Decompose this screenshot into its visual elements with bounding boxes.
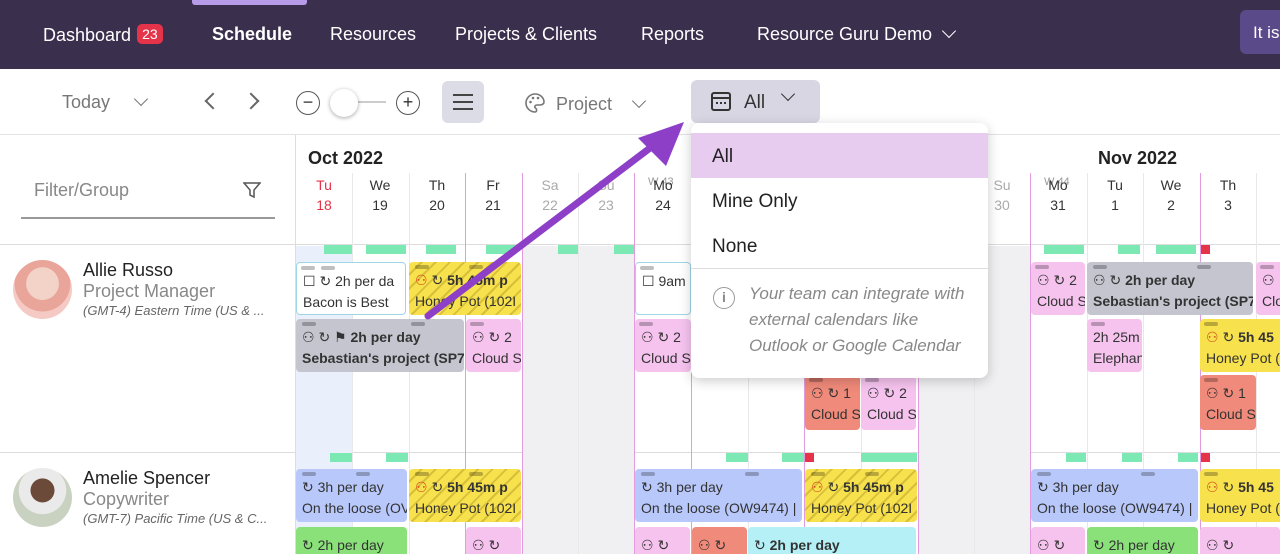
resource-timezone: (GMT-4) Eastern Time (US & ...	[83, 303, 265, 318]
calendar-filter-dropdown: All Mine Only None i Your team can integ…	[691, 123, 988, 378]
day-header: Mo 24	[653, 177, 673, 213]
booking-card[interactable]: ⚇ ↻	[1031, 527, 1085, 554]
weekend-column	[578, 246, 634, 554]
booking-card[interactable]: ☐ ↻ 2h per da Bacon is Best	[296, 262, 406, 315]
booking-card[interactable]: ⚇ ↻ 2 Cloud S	[466, 319, 521, 372]
day-header: Sa 22	[541, 177, 559, 213]
nav-schedule[interactable]: Schedule	[212, 24, 292, 45]
info-icon: i	[713, 287, 735, 309]
zoom-in-button[interactable]: +	[396, 91, 420, 115]
booking-card[interactable]: ⚇ ↻ 5h 45m p Honey Pot (102I	[409, 469, 521, 522]
booking-card[interactable]: ⚇ ↻ ⚑ 2h per day Sebastian's project (SP…	[296, 319, 464, 372]
booking-card[interactable]: ⚇ ↻ 2h per day Sebastian's project (SP76	[1087, 262, 1253, 315]
day-header: Mo 31	[1048, 177, 1068, 213]
booking-card[interactable]: ↻ 2h per day	[296, 527, 407, 554]
day-header: We 19	[369, 177, 391, 213]
account-name: Resource Guru Demo	[757, 24, 933, 44]
notification-badge: 23	[137, 24, 163, 44]
booking-card[interactable]: ↻ 3h per day On the loose (OW9474) |	[635, 469, 802, 522]
filter-icon[interactable]	[243, 181, 261, 199]
palette-icon	[525, 93, 545, 113]
next-arrow-icon[interactable]	[242, 92, 260, 110]
day-header: Fr 21	[485, 177, 501, 213]
toolbar: Today − + Project All	[0, 69, 1280, 135]
booking-card[interactable]: ↻ 2h per day	[1087, 527, 1198, 554]
dropdown-option-all[interactable]: All	[691, 133, 988, 178]
chevron-down-icon	[133, 91, 149, 107]
booking-card[interactable]: 2h 25m Elephan	[1087, 319, 1142, 372]
day-header: Su 23	[597, 177, 615, 213]
day-header: Tu 1	[1107, 177, 1123, 213]
booking-card[interactable]: ⚇ ↻	[692, 527, 747, 554]
day-header: Th 20	[428, 177, 446, 213]
booking-card[interactable]: ⚇ ↻ 2 Cloud S	[635, 319, 691, 372]
filter-group-field[interactable]: Filter/Group	[21, 175, 275, 219]
resource-name: Allie Russo	[83, 260, 174, 280]
booking-card[interactable]: ↻ 2h per day	[748, 527, 916, 554]
day-header: Th 3	[1219, 177, 1237, 213]
booking-card[interactable]: ⚇ ↻ 1 Cloud S	[1200, 375, 1256, 430]
nav-projects-clients[interactable]: Projects & Clients	[455, 24, 597, 45]
color-by-dropdown[interactable]: Project	[524, 92, 647, 115]
month-label: Nov 2022	[1098, 148, 1178, 168]
booking-card[interactable]: ⚇ ↻ 5h 45m p Honey Pot (102I	[409, 262, 521, 315]
list-view-button[interactable]	[442, 81, 484, 123]
resource-role: Copywriter	[83, 489, 170, 509]
dropdown-divider	[691, 268, 988, 269]
today-dropdown[interactable]: Today	[62, 91, 149, 113]
booking-card[interactable]: ⚇ ↻ 2 Cloud S	[1031, 262, 1085, 315]
previous-arrow-icon[interactable]	[204, 92, 222, 110]
avatar	[13, 468, 72, 527]
chevron-down-icon	[780, 86, 796, 102]
booking-card[interactable]: ⚇ ↻ 2 Cloud S	[861, 375, 916, 430]
booking-card[interactable]: ⚇ ↻ 5h 45m p Honey Pot (102I	[805, 469, 917, 522]
top-nav: Dashboard 23 Schedule Resources Projects …	[0, 0, 1280, 69]
resource-role: Project Manager	[83, 281, 216, 301]
avatar	[13, 260, 72, 319]
active-tab-indicator	[192, 0, 307, 5]
account-menu[interactable]: Resource Guru Demo	[757, 23, 957, 45]
filter-placeholder: Filter/Group	[34, 180, 130, 200]
booking-card[interactable]: ⚇ ↻ 5h 45 Honey Pot (1	[1200, 469, 1280, 522]
nav-reports[interactable]: Reports	[641, 24, 704, 45]
booking-card[interactable]: ⚇ Clo	[1256, 262, 1280, 315]
chevron-down-icon	[942, 23, 957, 39]
month-label: Oct 2022	[308, 148, 384, 168]
resource-name: Amelie Spencer	[83, 468, 211, 488]
day-header: We 2	[1160, 177, 1182, 213]
booking-card[interactable]: ⚇ ↻ 1 Cloud S	[805, 375, 860, 430]
nav-resources[interactable]: Resources	[330, 24, 416, 45]
today-label: Today	[62, 92, 111, 112]
booking-card[interactable]: ⚇ ↻	[635, 527, 690, 554]
day-header: Tu 18	[316, 177, 332, 213]
booking-card[interactable]: ↻ 3h per day On the loose (OW9474) |	[1031, 469, 1198, 522]
calendar-icon	[711, 92, 731, 111]
resource-sidebar: Filter/Group Allie Russo Project Manager…	[0, 135, 296, 554]
booking-card[interactable]: ⚇ ↻ 5h 45 Honey Pot (1	[1200, 319, 1280, 372]
calendar-filter-label: All	[744, 92, 766, 113]
cta-button[interactable]: It is	[1240, 10, 1280, 54]
chevron-down-icon	[631, 93, 647, 109]
booking-card[interactable]: ☐ 9am	[635, 262, 691, 315]
nav-dashboard[interactable]: Dashboard 23	[43, 24, 163, 46]
nav-dashboard-label: Dashboard	[43, 25, 132, 45]
dropdown-info-note: Your team can integrate with external ca…	[749, 284, 965, 355]
booking-card[interactable]: ⚇ ↻	[466, 527, 521, 554]
color-by-label: Project	[556, 94, 613, 114]
zoom-out-button[interactable]: −	[296, 91, 320, 115]
booking-card[interactable]: ↻ 3h per day On the loose (OV	[296, 469, 407, 522]
zoom-slider-knob[interactable]	[330, 89, 358, 117]
dropdown-option-none[interactable]: None	[691, 223, 988, 268]
weekend-column	[522, 246, 578, 554]
booking-card[interactable]: ⚇ ↻	[1200, 527, 1280, 554]
dropdown-option-mine-only[interactable]: Mine Only	[691, 178, 988, 223]
calendar-filter-button[interactable]: All	[691, 80, 820, 123]
resource-timezone: (GMT-7) Pacific Time (US & C...	[83, 511, 268, 526]
